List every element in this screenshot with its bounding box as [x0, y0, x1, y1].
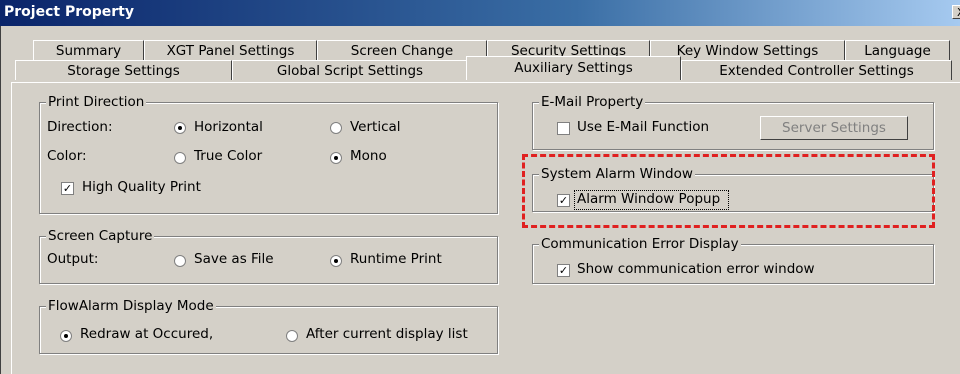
close-icon[interactable]: X	[952, 5, 960, 19]
tab-language[interactable]: Language	[845, 40, 950, 60]
high-quality-label[interactable]: High Quality Print	[82, 179, 201, 195]
after-list-label[interactable]: After current display list	[306, 326, 468, 342]
tab-global-script-settings[interactable]: Global Script Settings	[232, 60, 468, 80]
group-legend: Communication Error Display	[539, 236, 741, 252]
radio-true-color[interactable]	[174, 152, 186, 164]
group-legend: FlowAlarm Display Mode	[46, 298, 216, 314]
runtime-print-label[interactable]: Runtime Print	[350, 251, 442, 267]
tab-label: Key Window Settings	[676, 43, 819, 59]
tab-storage-settings[interactable]: Storage Settings	[15, 60, 232, 80]
tab-xgt-panel-settings[interactable]: XGT Panel Settings	[144, 40, 317, 60]
redraw-label[interactable]: Redraw at Occured,	[80, 326, 213, 342]
horizontal-label[interactable]: Horizontal	[194, 119, 263, 135]
group-legend: E-Mail Property	[539, 94, 646, 110]
tab-label: Auxiliary Settings	[514, 60, 633, 76]
radio-horizontal[interactable]	[174, 122, 186, 134]
direction-label: Direction:	[47, 119, 113, 135]
radio-vertical[interactable]	[330, 122, 342, 134]
show-comm-error-label[interactable]: Show communication error window	[577, 261, 815, 277]
tab-label: Storage Settings	[67, 63, 180, 79]
vertical-label[interactable]: Vertical	[350, 119, 401, 135]
tab-label: Global Script Settings	[276, 63, 424, 79]
radio-redraw-at-occured[interactable]	[60, 330, 72, 342]
title-bar[interactable]: Project Property X	[0, 0, 960, 26]
use-email-label[interactable]: Use E-Mail Function	[577, 119, 709, 135]
output-label: Output:	[47, 251, 99, 267]
save-as-file-label[interactable]: Save as File	[194, 251, 274, 267]
tab-label: XGT Panel Settings	[166, 43, 295, 59]
use-email-checkbox[interactable]	[557, 122, 570, 135]
true-color-label[interactable]: True Color	[194, 148, 262, 164]
server-settings-button[interactable]: Server Settings	[760, 116, 908, 140]
tab-extended-controller-settings[interactable]: Extended Controller Settings	[681, 60, 952, 80]
color-label: Color:	[47, 148, 87, 164]
tab-label: Language	[864, 43, 931, 59]
tab-label: Extended Controller Settings	[719, 63, 914, 79]
window-title: Project Property	[4, 4, 134, 20]
radio-save-as-file[interactable]	[174, 255, 186, 267]
highlight-annotation	[522, 154, 935, 228]
tab-summary[interactable]: Summary	[33, 40, 144, 60]
tab-auxiliary-settings[interactable]: Auxiliary Settings	[466, 56, 681, 80]
radio-after-current-display-list[interactable]	[286, 330, 298, 342]
tab-label: Screen Change	[350, 43, 454, 59]
tab-label: Summary	[55, 43, 122, 59]
window-border	[0, 26, 1, 374]
project-property-dialog: Project Property X Summary XGT Panel Set…	[0, 0, 960, 374]
radio-mono[interactable]	[330, 152, 342, 164]
tab-screen-change[interactable]: Screen Change	[317, 40, 487, 60]
high-quality-checkbox[interactable]: ✓	[61, 182, 74, 195]
group-legend: Print Direction	[46, 94, 147, 110]
show-comm-error-checkbox[interactable]: ✓	[557, 264, 570, 277]
mono-label[interactable]: Mono	[350, 148, 387, 164]
radio-runtime-print[interactable]	[330, 255, 342, 267]
group-legend: Screen Capture	[46, 228, 155, 244]
